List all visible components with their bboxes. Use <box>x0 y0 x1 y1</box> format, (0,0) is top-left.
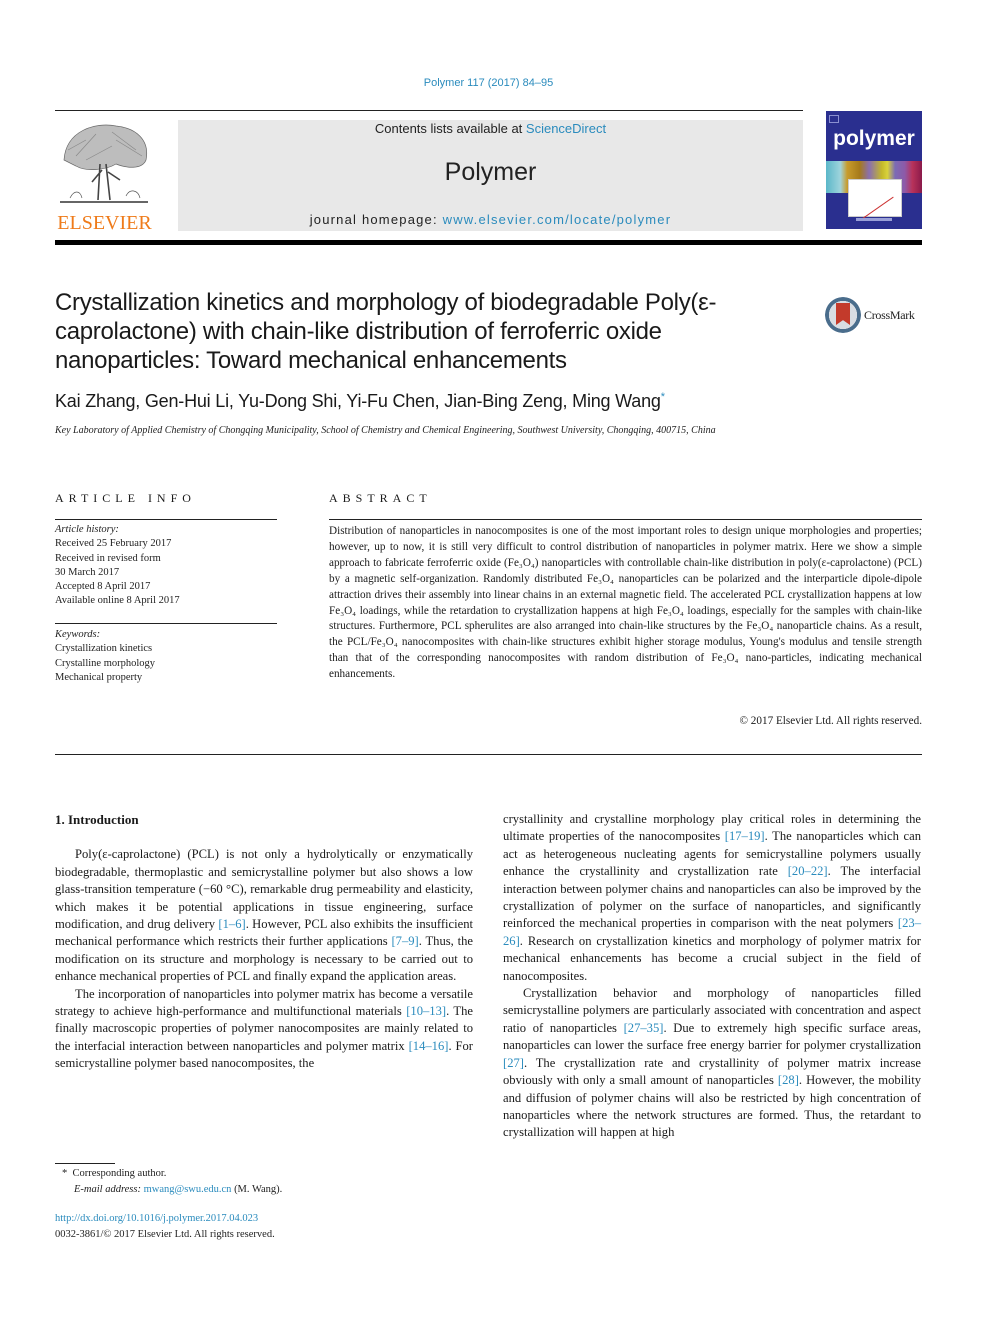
citation-link[interactable]: [7–9] <box>391 934 418 948</box>
abstract-text: Distribution of nanoparticles in nanocom… <box>329 525 922 681</box>
footnote-divider <box>55 1163 115 1164</box>
email-label: E-mail address: <box>74 1183 141 1195</box>
author-list: Kai Zhang, Gen-Hui Li, Yu-Dong Shi, Yi-F… <box>55 391 665 412</box>
doi-link[interactable]: http://dx.doi.org/10.1016/j.polymer.2017… <box>55 1211 275 1227</box>
history-item: Accepted 8 April 2017 <box>55 581 151 593</box>
journal-homepage: journal homepage: www.elsevier.com/locat… <box>178 212 803 227</box>
citation-link[interactable]: [14–16] <box>409 1039 449 1053</box>
body-paragraph: Crystallization behavior and morphology … <box>503 985 921 1142</box>
body-column-right: crystallinity and crystalline morphology… <box>503 811 921 1142</box>
elsevier-wordmark: ELSEVIER <box>57 212 152 234</box>
contents-availability: Contents lists available at ScienceDirec… <box>178 121 803 136</box>
journal-name: Polymer <box>444 158 537 186</box>
article-info-heading: ARTICLE INFO <box>55 491 196 505</box>
citation-link[interactable]: [28] <box>778 1073 799 1087</box>
paragraph-text: . Research on crystallization kinetics a… <box>503 933 921 983</box>
homepage-prefix: journal homepage: <box>309 212 443 227</box>
journal-cover-image[interactable]: polymer <box>826 111 922 229</box>
abstract-bottom-divider <box>55 754 922 755</box>
cover-publisher-mark <box>829 115 839 123</box>
footnote: * Corresponding author. E-mail address: … <box>62 1166 282 1197</box>
keywords-list: Keywords: Crystallization kinetics Cryst… <box>55 628 155 685</box>
keyword-item: Mechanical property <box>55 671 143 683</box>
keywords-divider <box>55 623 277 624</box>
author-email-link[interactable]: mwang@swu.edu.cn <box>144 1184 232 1195</box>
footnote-mark: * <box>62 1168 68 1179</box>
sciencedirect-link[interactable]: ScienceDirect <box>526 121 606 136</box>
issn-copyright: 0032-3861/© 2017 Elsevier Ltd. All right… <box>55 1228 275 1240</box>
header-thick-divider <box>55 240 922 245</box>
corresponding-author-note: Corresponding author. <box>72 1168 167 1179</box>
cover-footer-mark <box>856 218 892 221</box>
journal-citation-link[interactable]: Polymer 117 (2017) 84–95 <box>0 77 977 89</box>
article-title: Crystallization kinetics and morphology … <box>55 289 717 374</box>
citation-link[interactable]: [20–22] <box>788 864 828 878</box>
history-item: Received 25 February 2017 <box>55 538 172 550</box>
citation-link[interactable]: [1–6] <box>218 917 245 931</box>
abstract-divider <box>329 519 922 520</box>
crossmark-button[interactable]: CrossMark <box>825 297 925 335</box>
article-history: Article history: Received 25 February 20… <box>55 523 180 609</box>
elsevier-tree-icon <box>60 124 148 203</box>
citation-link[interactable]: [27] <box>503 1056 524 1070</box>
authors-text: Kai Zhang, Gen-Hui Li, Yu-Dong Shi, Yi-F… <box>55 391 661 411</box>
journal-banner: Contents lists available at ScienceDirec… <box>178 120 803 231</box>
cover-title: polymer <box>833 127 915 150</box>
abstract-heading: ABSTRACT <box>329 491 432 505</box>
corresponding-author-link[interactable]: * <box>661 391 665 403</box>
contents-prefix: Contents lists available at <box>374 121 526 136</box>
body-paragraph: The incorporation of nanoparticles into … <box>55 986 473 1073</box>
cover-figure <box>848 179 902 221</box>
doi-block: http://dx.doi.org/10.1016/j.polymer.2017… <box>55 1211 275 1242</box>
elsevier-logo[interactable]: ELSEVIER <box>52 118 157 234</box>
keyword-item: Crystallization kinetics <box>55 643 153 655</box>
abstract-copyright: © 2017 Elsevier Ltd. All rights reserved… <box>739 715 923 727</box>
header-divider <box>55 110 803 111</box>
cover-figure-curve <box>860 196 894 221</box>
citation-link[interactable]: [27–35] <box>624 1021 664 1035</box>
body-paragraph: crystallinity and crystalline morphology… <box>503 811 921 985</box>
history-item: Received in revised form <box>55 552 161 564</box>
email-suffix: (M. Wang). <box>231 1183 283 1195</box>
keyword-item: Crystalline morphology <box>55 657 156 669</box>
journal-homepage-link[interactable]: www.elsevier.com/locate/polymer <box>443 212 672 227</box>
history-item: 30 March 2017 <box>55 566 120 578</box>
keywords-label: Keywords: <box>55 629 101 640</box>
body-paragraph: Poly(ε-caprolactone) (PCL) is not only a… <box>55 846 473 985</box>
citation-link[interactable]: [10–13] <box>406 1004 446 1018</box>
section-heading-introduction: 1. Introduction <box>55 812 139 827</box>
citation-link[interactable]: [17–19] <box>725 829 765 843</box>
author-affiliation: Key Laboratory of Applied Chemistry of C… <box>55 425 716 436</box>
history-item: Available online 8 April 2017 <box>55 595 180 607</box>
article-history-label: Article history: <box>55 524 119 535</box>
crossmark-label: CrossMark <box>864 308 915 322</box>
body-column-left: 1. Introduction Poly(ε-caprolactone) (PC… <box>55 811 473 1073</box>
article-info-divider <box>55 519 277 520</box>
